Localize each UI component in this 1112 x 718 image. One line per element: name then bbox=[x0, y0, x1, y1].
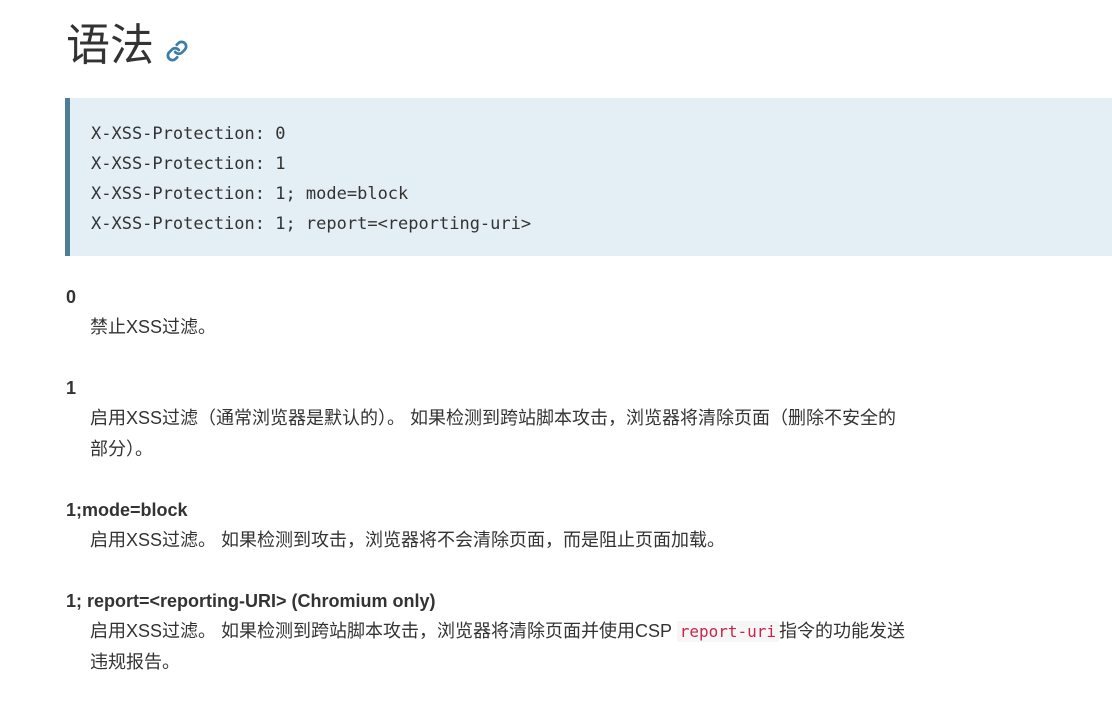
section-heading: 语法 bbox=[66, 18, 188, 74]
directive-entry: 1;mode=block 启用XSS过滤。 如果检测到攻击，浏览器将不会清除页面… bbox=[66, 496, 906, 556]
directive-list: 0 禁止XSS过滤。 1 启用XSS过滤（通常浏览器是默认的）。 如果检测到跨站… bbox=[66, 283, 906, 678]
link-icon[interactable] bbox=[166, 40, 188, 62]
page: 语法 X-XSS-Protection: 0 X-XSS-Protection:… bbox=[0, 0, 1112, 718]
directive-entry: 0 禁止XSS过滤。 bbox=[66, 283, 906, 343]
heading-title: 语法 bbox=[66, 20, 154, 71]
code-line: X-XSS-Protection: 1; mode=block bbox=[91, 184, 409, 204]
code-line: X-XSS-Protection: 1 bbox=[91, 154, 286, 174]
code-line: X-XSS-Protection: 0 bbox=[91, 124, 286, 144]
directive-description: 启用XSS过滤（通常浏览器是默认的）。 如果检测到跨站脚本攻击，浏览器将清除页面… bbox=[90, 408, 897, 459]
directive-description: 启用XSS过滤。 如果检测到攻击，浏览器将不会清除页面，而是阻止页面加载。 bbox=[90, 530, 726, 550]
syntax-code-block[interactable]: X-XSS-Protection: 0 X-XSS-Protection: 1 … bbox=[65, 98, 1112, 256]
inline-code: report-uri bbox=[676, 621, 780, 642]
directive-entry: 1 启用XSS过滤（通常浏览器是默认的）。 如果检测到跨站脚本攻击，浏览器将清除… bbox=[66, 374, 906, 465]
directive-term: 0 bbox=[66, 287, 77, 307]
directive-term: 1 bbox=[66, 378, 77, 398]
directive-description: 启用XSS过滤。 如果检测到跨站脚本攻击，浏览器将清除页面并使用CSP repo… bbox=[90, 616, 906, 678]
code-line: X-XSS-Protection: 1; report=<reporting-u… bbox=[91, 214, 532, 234]
directive-entry: 1; report=<reporting-URI> (Chromium only… bbox=[66, 587, 906, 678]
directive-description: 禁止XSS过滤。 bbox=[90, 317, 217, 337]
directive-term: 1;mode=block bbox=[66, 500, 188, 520]
description-text: 启用XSS过滤。 如果检测到跨站脚本攻击，浏览器将清除页面并使用CSP bbox=[90, 621, 677, 641]
directive-term: 1; report=<reporting-URI> (Chromium only… bbox=[66, 591, 436, 611]
